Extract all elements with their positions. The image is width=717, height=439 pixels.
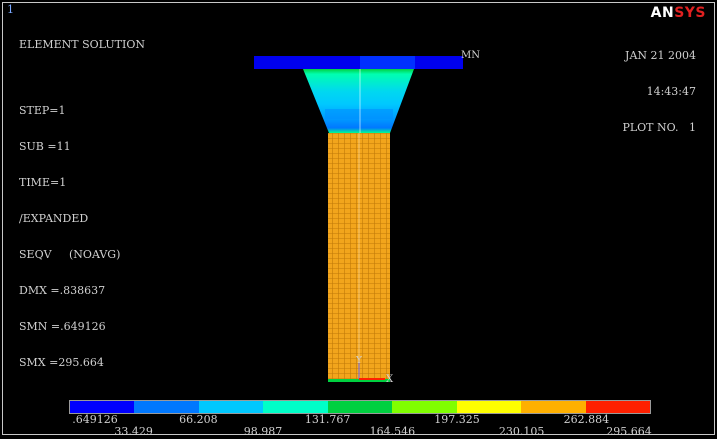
legend-label: 131.767 (304, 413, 351, 426)
legend-label: 98.987 (243, 425, 283, 435)
legend-swatch (456, 401, 522, 413)
legend-label: 230.105 (498, 425, 545, 435)
legend-swatch (521, 401, 586, 413)
legend-label: 66.208 (179, 413, 218, 426)
legend-label: 295.664 (606, 425, 652, 435)
legend-label: 197.325 (434, 413, 480, 426)
legend-swatch (392, 401, 457, 413)
legend-label: 164.546 (369, 425, 416, 435)
top-plate-highlight (360, 56, 415, 69)
legend-label: 33.429 (114, 425, 153, 435)
triad-y-label: Y (355, 356, 363, 366)
graphics-window[interactable]: 1 ANSYS ELEMENT SOLUTION STEP=1 SUB =11 … (2, 2, 715, 435)
contour-legend (69, 400, 651, 414)
legend-swatch (134, 401, 199, 413)
cone-blue-band (325, 109, 393, 119)
legend-swatch (263, 401, 328, 413)
stress-contour-model: Y (254, 56, 463, 382)
max-marker: X (386, 374, 394, 385)
min-marker: MN (461, 50, 480, 61)
legend-swatch (585, 401, 650, 413)
legend-label: .649126 (72, 413, 118, 426)
legend-swatch (70, 401, 135, 413)
legend-swatch (198, 401, 264, 413)
legend-label: 262.884 (563, 413, 610, 426)
legend-swatch (327, 401, 393, 413)
conical-section (303, 69, 414, 133)
top-plate (254, 56, 463, 69)
